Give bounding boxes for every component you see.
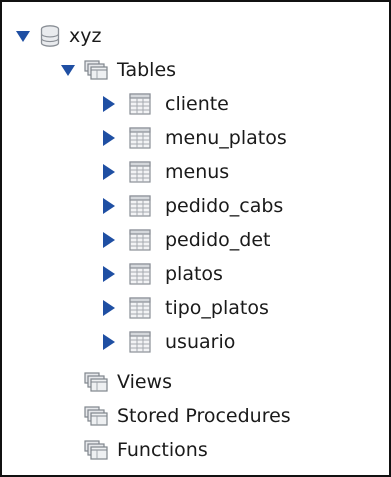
table-name-label: menus (165, 160, 230, 183)
table-name-label: usuario (165, 330, 236, 353)
tree-node-views-folder[interactable]: Views (84, 365, 172, 399)
table-name-label: platos (165, 262, 223, 285)
expand-arrow-icon[interactable] (61, 64, 75, 76)
table-icon (129, 263, 151, 285)
tables-folder-label: Tables (117, 58, 177, 81)
table-icon (129, 331, 151, 353)
tree-node-table[interactable]: cliente (103, 87, 229, 121)
tree-node-table[interactable]: tipo_platos (103, 291, 269, 325)
tree-node-table[interactable]: platos (103, 257, 223, 291)
tree-node-functions-folder[interactable]: Functions (84, 433, 208, 467)
tree-node-table[interactable]: pedido_det (103, 223, 270, 257)
table-name-label: pedido_cabs (165, 194, 284, 217)
table-icon (129, 93, 151, 115)
expand-arrow-icon[interactable] (103, 96, 115, 112)
table-name-label: menu_platos (165, 126, 287, 149)
table-icon (129, 161, 151, 183)
table-icon (129, 229, 151, 251)
table-icon (129, 297, 151, 319)
table-icon (129, 127, 151, 149)
tree-node-table[interactable]: menus (103, 155, 229, 189)
expand-arrow-icon[interactable] (16, 30, 30, 42)
stored-procedures-folder-label: Stored Procedures (117, 404, 291, 427)
expand-arrow-icon[interactable] (103, 266, 115, 282)
tree-node-tables-folder[interactable]: Tables (61, 53, 176, 87)
table-name-label: tipo_platos (165, 296, 269, 319)
expand-arrow-icon[interactable] (103, 130, 115, 146)
folder-icon (84, 440, 108, 460)
expand-arrow-icon[interactable] (103, 164, 115, 180)
functions-folder-label: Functions (117, 438, 208, 461)
folder-icon (84, 406, 108, 426)
expand-arrow-icon[interactable] (103, 300, 115, 316)
table-name-label: pedido_det (165, 228, 271, 251)
database-icon (40, 25, 60, 47)
tree-node-stored-procedures-folder[interactable]: Stored Procedures (84, 399, 291, 433)
tree-node-table[interactable]: menu_platos (103, 121, 287, 155)
folder-icon (84, 372, 108, 392)
folder-icon (84, 60, 108, 80)
table-name-label: cliente (165, 92, 229, 115)
database-name-label: xyz (69, 24, 102, 47)
tree-node-database[interactable]: xyz (16, 19, 101, 53)
views-folder-label: Views (117, 370, 172, 393)
expand-arrow-icon[interactable] (103, 198, 115, 214)
tree-node-table[interactable]: pedido_cabs (103, 189, 283, 223)
table-icon (129, 195, 151, 217)
schema-tree-panel: xyz Tables cliente menu_platos menus ped… (0, 0, 391, 477)
expand-arrow-icon[interactable] (103, 232, 115, 248)
expand-arrow-icon[interactable] (103, 334, 115, 350)
tree-node-table[interactable]: usuario (103, 325, 235, 359)
